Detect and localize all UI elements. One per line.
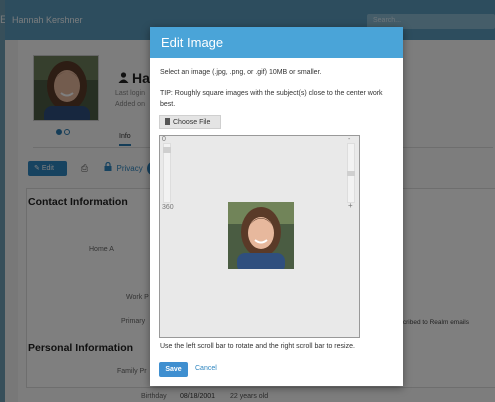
zoom-slider-thumb[interactable] <box>347 171 355 176</box>
rotation-slider-thumb[interactable] <box>163 147 171 153</box>
save-button[interactable]: Save <box>159 362 188 377</box>
file-instructions: Select an image (.jpg, .png, or .gif) 10… <box>160 69 322 76</box>
image-preview-photo <box>228 202 294 269</box>
rotation-min-label: 0 <box>162 136 166 143</box>
editor-help-text: Use the left scroll bar to rotate and th… <box>160 343 355 350</box>
rotation-max-label: 360 <box>162 204 174 211</box>
zoom-slider[interactable] <box>347 143 355 203</box>
zoom-minus-label: - <box>348 136 351 143</box>
tip-text: TIP: Roughly square images with the subj… <box>160 90 383 108</box>
cancel-link[interactable]: Cancel <box>195 365 217 372</box>
choose-file-label: Choose File <box>173 119 211 126</box>
modal-header: Edit Image <box>150 27 403 58</box>
choose-file-button[interactable]: Choose File <box>159 115 221 129</box>
file-icon <box>165 118 170 125</box>
edit-image-modal: Edit Image Select an image (.jpg, .png, … <box>150 27 403 386</box>
image-preview[interactable] <box>228 202 294 269</box>
image-editor: 0 360 - + <box>159 135 360 338</box>
rotation-slider[interactable] <box>163 143 171 203</box>
modal-title: Edit Image <box>161 35 224 50</box>
zoom-plus-label: + <box>348 201 353 210</box>
